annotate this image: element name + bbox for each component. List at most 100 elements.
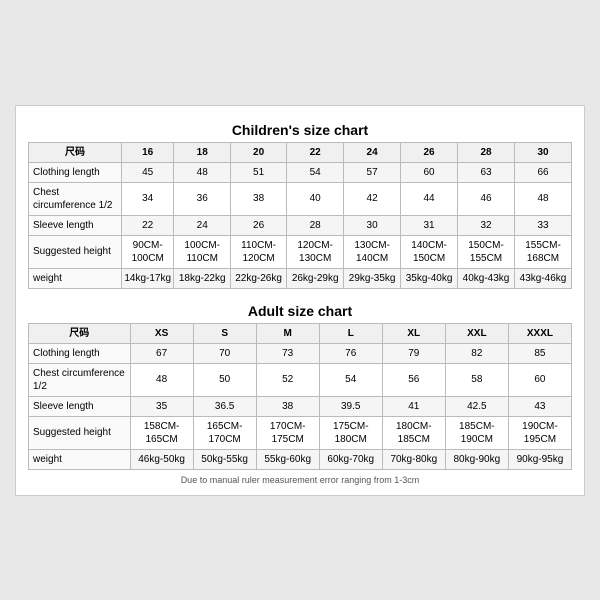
children-cell: 140CM-150CM xyxy=(401,235,458,268)
adult-cell: 90kg-95kg xyxy=(508,449,571,469)
children-cell: 32 xyxy=(458,215,515,235)
children-table-row: Suggested height90CM-100CM100CM-110CM110… xyxy=(29,235,572,268)
adult-cell: 50 xyxy=(193,363,256,396)
children-row-label: Clothing length xyxy=(29,162,122,182)
adult-row-label: weight xyxy=(29,449,131,469)
adult-cell: 170CM-175CM xyxy=(256,416,319,449)
children-col-header: 24 xyxy=(344,142,401,162)
adult-col-header: XXL xyxy=(445,323,508,343)
adult-cell: 60 xyxy=(508,363,571,396)
children-table-row: Chest circumference 1/23436384042444648 xyxy=(29,182,572,215)
adult-row-label: Suggested height xyxy=(29,416,131,449)
children-cell: 48 xyxy=(174,162,231,182)
adult-cell: 46kg-50kg xyxy=(130,449,193,469)
adult-cell: 79 xyxy=(382,343,445,363)
children-cell: 31 xyxy=(401,215,458,235)
children-cell: 51 xyxy=(230,162,286,182)
adult-cell: 56 xyxy=(382,363,445,396)
children-cell: 45 xyxy=(121,162,173,182)
adult-col-header: S xyxy=(193,323,256,343)
children-cell: 66 xyxy=(515,162,572,182)
adult-row-label: Chest circumference 1/2 xyxy=(29,363,131,396)
children-cell: 35kg-40kg xyxy=(401,268,458,288)
adult-cell: 185CM-190CM xyxy=(445,416,508,449)
children-cell: 34 xyxy=(121,182,173,215)
adult-col-header: XXXL xyxy=(508,323,571,343)
adult-cell: 85 xyxy=(508,343,571,363)
adult-cell: 80kg-90kg xyxy=(445,449,508,469)
children-cell: 120CM-130CM xyxy=(287,235,344,268)
children-cell: 33 xyxy=(515,215,572,235)
adult-col-header: 尺码 xyxy=(29,323,131,343)
children-row-label: weight xyxy=(29,268,122,288)
adult-cell: 54 xyxy=(319,363,382,396)
children-cell: 100CM-110CM xyxy=(174,235,231,268)
adult-cell: 38 xyxy=(256,396,319,416)
adult-col-header: L xyxy=(319,323,382,343)
children-cell: 28 xyxy=(287,215,344,235)
adult-cell: 190CM-195CM xyxy=(508,416,571,449)
children-cell: 26 xyxy=(230,215,286,235)
children-col-header: 18 xyxy=(174,142,231,162)
children-cell: 22 xyxy=(121,215,173,235)
children-cell: 54 xyxy=(287,162,344,182)
adult-col-header: M xyxy=(256,323,319,343)
children-cell: 14kg-17kg xyxy=(121,268,173,288)
children-cell: 40kg-43kg xyxy=(458,268,515,288)
children-cell: 43kg-46kg xyxy=(515,268,572,288)
children-col-header: 22 xyxy=(287,142,344,162)
children-cell: 42 xyxy=(344,182,401,215)
children-col-header: 尺码 xyxy=(29,142,122,162)
children-row-label: Chest circumference 1/2 xyxy=(29,182,122,215)
children-cell: 22kg-26kg xyxy=(230,268,286,288)
adult-col-header: XS xyxy=(130,323,193,343)
children-col-header: 28 xyxy=(458,142,515,162)
adult-cell: 39.5 xyxy=(319,396,382,416)
children-cell: 29kg-35kg xyxy=(344,268,401,288)
adult-cell: 158CM-165CM xyxy=(130,416,193,449)
adult-cell: 70kg-80kg xyxy=(382,449,445,469)
adult-table-row: Suggested height158CM-165CM165CM-170CM17… xyxy=(29,416,572,449)
adult-cell: 55kg-60kg xyxy=(256,449,319,469)
adult-cell: 35 xyxy=(130,396,193,416)
adult-cell: 41 xyxy=(382,396,445,416)
children-cell: 48 xyxy=(515,182,572,215)
adult-cell: 58 xyxy=(445,363,508,396)
children-cell: 150CM-155CM xyxy=(458,235,515,268)
children-table-row: weight14kg-17kg18kg-22kg22kg-26kg26kg-29… xyxy=(29,268,572,288)
children-cell: 36 xyxy=(174,182,231,215)
children-cell: 30 xyxy=(344,215,401,235)
adult-cell: 67 xyxy=(130,343,193,363)
children-cell: 90CM-100CM xyxy=(121,235,173,268)
children-col-header: 26 xyxy=(401,142,458,162)
adult-cell: 180CM-185CM xyxy=(382,416,445,449)
children-cell: 26kg-29kg xyxy=(287,268,344,288)
children-cell: 130CM-140CM xyxy=(344,235,401,268)
children-col-header: 30 xyxy=(515,142,572,162)
children-row-label: Suggested height xyxy=(29,235,122,268)
adult-table: 尺码XSSMLXLXXLXXXL Clothing length67707376… xyxy=(28,323,572,470)
children-table: 尺码1618202224262830 Clothing length454851… xyxy=(28,142,572,289)
adult-table-row: Clothing length67707376798285 xyxy=(29,343,572,363)
adult-cell: 70 xyxy=(193,343,256,363)
adult-chart-title: Adult size chart xyxy=(28,297,572,323)
chart-container: Children's size chart 尺码1618202224262830… xyxy=(15,105,585,496)
adult-col-header: XL xyxy=(382,323,445,343)
children-cell: 18kg-22kg xyxy=(174,268,231,288)
children-cell: 24 xyxy=(174,215,231,235)
adult-cell: 82 xyxy=(445,343,508,363)
adult-cell: 52 xyxy=(256,363,319,396)
adult-cell: 48 xyxy=(130,363,193,396)
adult-cell: 73 xyxy=(256,343,319,363)
children-cell: 63 xyxy=(458,162,515,182)
children-cell: 110CM-120CM xyxy=(230,235,286,268)
children-cell: 60 xyxy=(401,162,458,182)
adult-cell: 43 xyxy=(508,396,571,416)
adult-table-row: Sleeve length3536.53839.54142.543 xyxy=(29,396,572,416)
children-col-header: 20 xyxy=(230,142,286,162)
children-table-row: Sleeve length2224262830313233 xyxy=(29,215,572,235)
adult-cell: 36.5 xyxy=(193,396,256,416)
children-chart-title: Children's size chart xyxy=(28,116,572,142)
children-cell: 155CM-168CM xyxy=(515,235,572,268)
children-row-label: Sleeve length xyxy=(29,215,122,235)
